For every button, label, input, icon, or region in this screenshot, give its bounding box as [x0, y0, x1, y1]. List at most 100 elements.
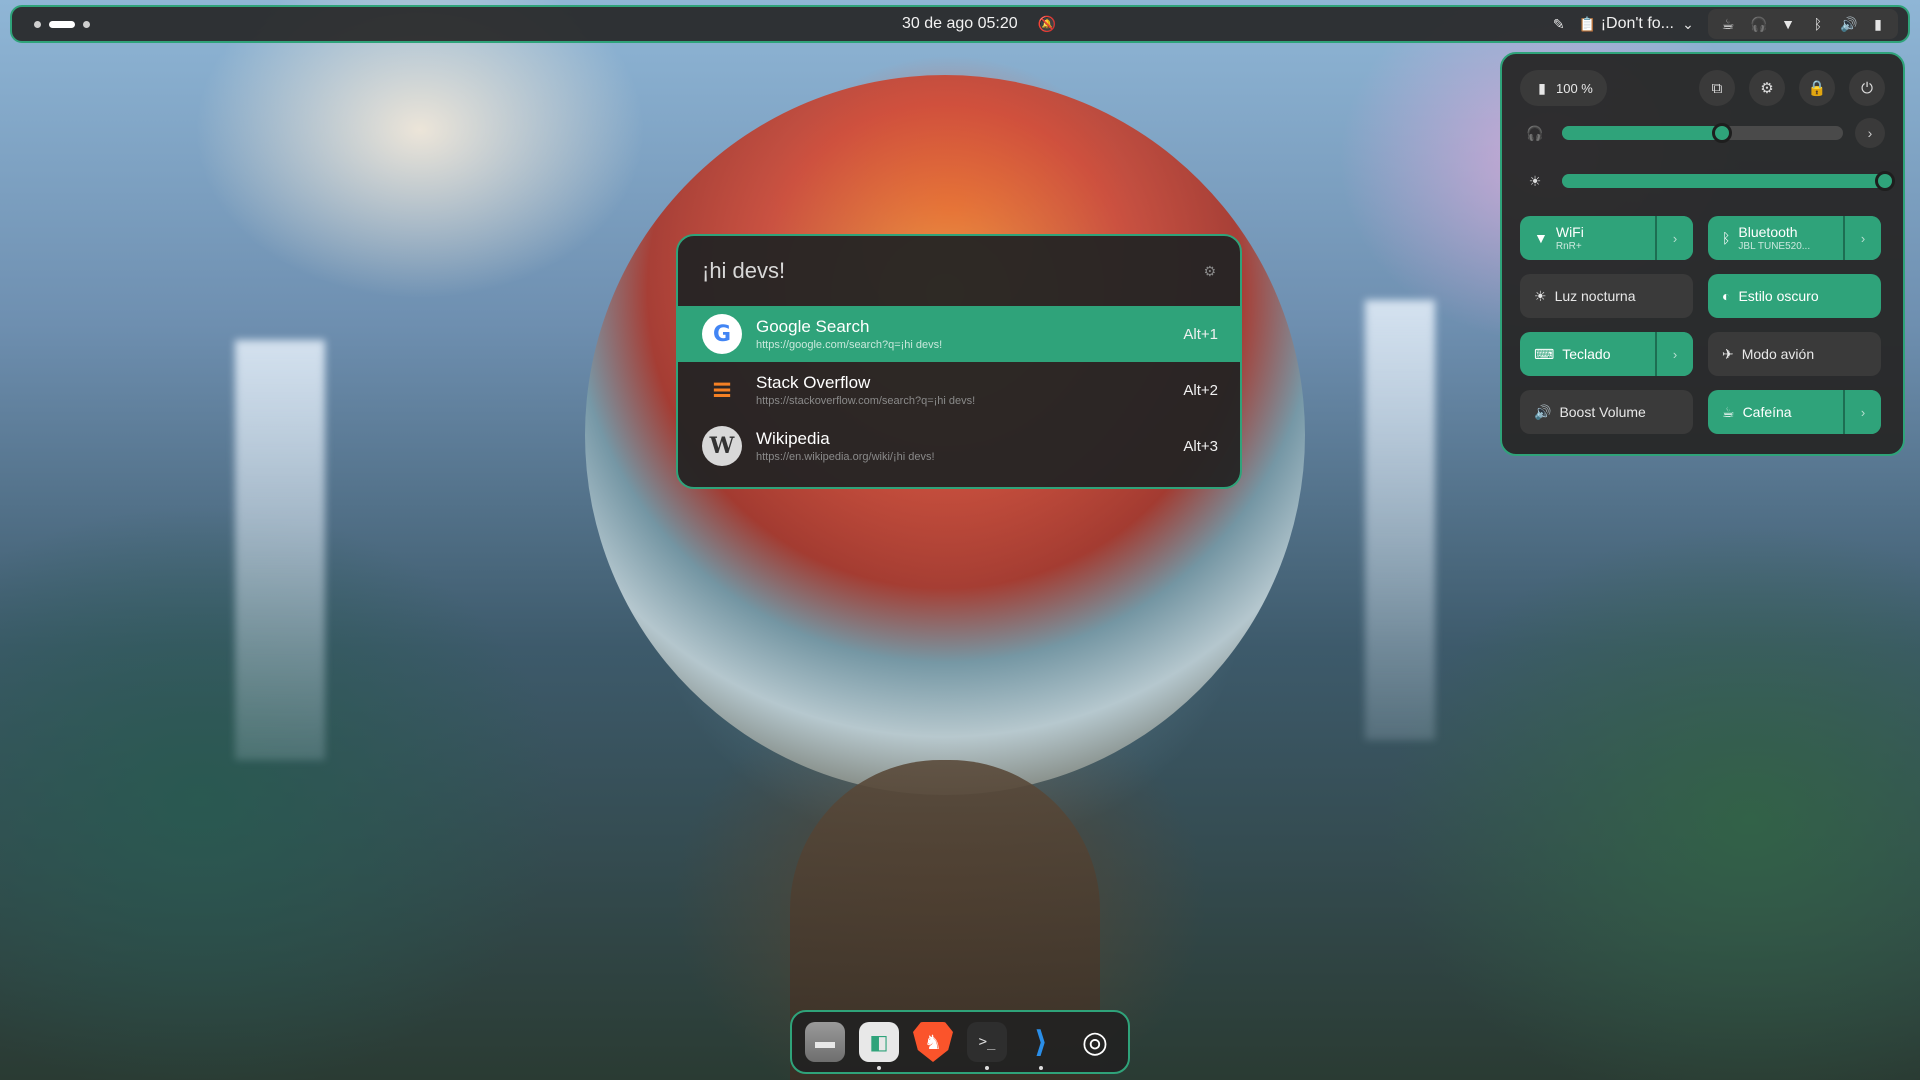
clipboard-button[interactable]: 📋 ¡Don't fo... ⌄	[1579, 15, 1696, 33]
search-input[interactable]: ¡hi devs!	[702, 258, 1203, 284]
eyedropper-icon[interactable]: ✎	[1551, 16, 1567, 33]
google-icon: G	[702, 314, 742, 354]
brightness-knob[interactable]	[1875, 171, 1895, 191]
caffeine-icon: ☕	[1721, 15, 1735, 32]
gear-icon[interactable]: ⚙	[1203, 263, 1216, 280]
result-shortcut: Alt+1	[1183, 325, 1218, 343]
clipboard-icon: 📋	[1578, 15, 1597, 32]
chevron-right-icon[interactable]: ›	[1655, 216, 1693, 260]
lock-button[interactable]: 🔒	[1799, 70, 1835, 106]
running-indicator	[985, 1066, 989, 1070]
volume-row: 🎧 ›	[1520, 110, 1885, 156]
bluetooth-icon: ᛒ	[1722, 230, 1731, 246]
screenshot-button[interactable]: ⧉	[1699, 70, 1735, 106]
ubuntu-icon[interactable]: ◎	[1075, 1022, 1115, 1062]
clipboard-label: ¡Don't fo...	[1600, 15, 1674, 32]
search-launcher: ¡hi devs! ⚙ G Google Search https://google…	[676, 234, 1242, 489]
notifications-off-icon: 🔕	[1037, 16, 1057, 33]
toggle-main[interactable]: ▼ WiFi RnR+	[1520, 216, 1655, 260]
toggle-label: Bluetooth	[1738, 224, 1798, 240]
toggle-wifi[interactable]: ▼ WiFi RnR+ ›	[1520, 216, 1693, 260]
files-icon[interactable]: ▬	[805, 1022, 845, 1062]
caffeine-icon: ☕	[1722, 403, 1735, 420]
brightness-icon: ☀	[1528, 172, 1542, 189]
headphones-icon[interactable]: 🎧	[1520, 118, 1550, 148]
gear-icon: ⚙	[1760, 80, 1774, 97]
toggle-main[interactable]: ✈ Modo avión	[1708, 332, 1881, 376]
output-selector-button[interactable]: ›	[1855, 118, 1885, 148]
workspace-dot[interactable]	[34, 20, 41, 28]
screenshot-icon: ⧉	[1711, 79, 1723, 97]
brave-icon[interactable]: ♞	[913, 1022, 953, 1062]
wikipedia-icon: W	[702, 426, 742, 466]
volume-fill	[1562, 126, 1723, 140]
running-indicator	[931, 1066, 935, 1070]
toggle-label: Cafeína	[1742, 404, 1792, 420]
night-light-icon: ☀	[1534, 287, 1547, 304]
toggle-main[interactable]: ☀ Luz nocturna	[1520, 274, 1693, 318]
wifi-icon: ▼	[1534, 230, 1548, 246]
toggle-main[interactable]: 🔊 Boost Volume	[1520, 390, 1693, 434]
toggle-main[interactable]: ☕ Cafeína	[1708, 390, 1843, 434]
toggle-caffeine[interactable]: ☕ Cafeína ›	[1708, 390, 1881, 434]
result-title: Google Search	[756, 317, 870, 336]
toggle-bluetooth[interactable]: ᛒ Bluetooth JBL TUNE520... ›	[1708, 216, 1881, 260]
toggle-night-light[interactable]: ☀ Luz nocturna	[1520, 274, 1693, 318]
clock-button[interactable]: 30 de ago 05:20 🔕	[902, 7, 1056, 41]
toggle-label: Modo avión	[1741, 346, 1815, 362]
workspace-indicator[interactable]	[34, 7, 90, 41]
search-result[interactable]: ≡ Stack Overflow https://stackoverflow.com…	[678, 362, 1240, 418]
battery-icon: ▮	[1874, 15, 1882, 32]
workspace-dot[interactable]	[83, 20, 90, 28]
airplane-icon: ✈	[1722, 345, 1734, 362]
vscode-icon[interactable]: ⟩	[1021, 1022, 1061, 1070]
battery-icon: ▮	[1538, 79, 1546, 96]
wallpaper-waterfall	[1365, 300, 1435, 740]
toggle-label: Boost Volume	[1559, 404, 1646, 420]
brightness-row: ☀	[1520, 158, 1895, 204]
wifi-icon: ▼	[1781, 16, 1795, 32]
search-bar[interactable]: ¡hi devs! ⚙	[678, 236, 1240, 306]
volume-slider[interactable]	[1562, 123, 1843, 143]
toggle-sublabel: JBL TUNE520...	[1738, 241, 1811, 252]
keyboard-icon: ⌨	[1534, 345, 1555, 362]
search-results: G Google Search https://google.com/search?…	[678, 306, 1240, 474]
toggle-main[interactable]: ⌨ Teclado	[1520, 332, 1655, 376]
result-shortcut: Alt+3	[1183, 437, 1218, 455]
toggle-label: Luz nocturna	[1554, 288, 1636, 304]
system-status-button[interactable]: ☕ 🎧 ▼ ᛒ 🔊 ▮	[1708, 9, 1898, 39]
quick-settings-panel: ▮ 100 % ⧉ ⚙ 🔒 ⏻ 🎧 › ☀ ▼ WiFi RnR+ › ᛒ Bluetoo…	[1500, 52, 1905, 456]
toggle-sublabel: RnR+	[1555, 241, 1582, 252]
brightness-fill	[1562, 174, 1885, 188]
toggle-main[interactable]: ᛒ Bluetooth JBL TUNE520...	[1708, 216, 1843, 260]
power-icon: ⏻	[1861, 79, 1873, 97]
clock-text: 30 de ago 05:20	[902, 15, 1018, 32]
toggle-volume[interactable]: 🔊 Boost Volume	[1520, 390, 1693, 434]
search-result[interactable]: G Google Search https://google.com/search?…	[678, 306, 1240, 362]
toggle-main[interactable]: ◐ Estilo oscuro	[1708, 274, 1881, 318]
chevron-right-icon[interactable]: ›	[1655, 332, 1693, 376]
workspace-active[interactable]	[49, 20, 75, 28]
result-title: Stack Overflow	[756, 373, 871, 392]
toggle-keyboard[interactable]: ⌨ Teclado ›	[1520, 332, 1693, 376]
result-url: https://stackoverflow.com/search?q=¡hi d…	[756, 395, 976, 407]
running-indicator	[1039, 1066, 1043, 1070]
volume-icon: 🔊	[1840, 15, 1858, 32]
search-result[interactable]: W Wikipedia https://en.wikipedia.org/wiki/…	[678, 418, 1240, 474]
settings-app-icon[interactable]: ◧	[859, 1022, 899, 1070]
battery-button[interactable]: ▮ 100 %	[1520, 70, 1607, 106]
volume-icon: 🔊	[1534, 403, 1552, 420]
toggle-label: Estilo oscuro	[1738, 288, 1819, 304]
terminal-icon[interactable]: >_	[967, 1022, 1007, 1070]
power-button[interactable]: ⏻	[1849, 70, 1885, 106]
battery-percent: 100 %	[1556, 80, 1593, 96]
settings-button[interactable]: ⚙	[1749, 70, 1785, 106]
chevron-down-icon: ⌄	[1682, 15, 1694, 32]
toggle-dark-style[interactable]: ◐ Estilo oscuro	[1708, 274, 1881, 318]
volume-knob[interactable]	[1712, 123, 1733, 143]
running-indicator	[877, 1066, 881, 1070]
brightness-slider[interactable]	[1562, 171, 1895, 191]
chevron-right-icon[interactable]: ›	[1843, 390, 1881, 434]
toggle-airplane[interactable]: ✈ Modo avión	[1708, 332, 1881, 376]
chevron-right-icon[interactable]: ›	[1843, 216, 1881, 260]
